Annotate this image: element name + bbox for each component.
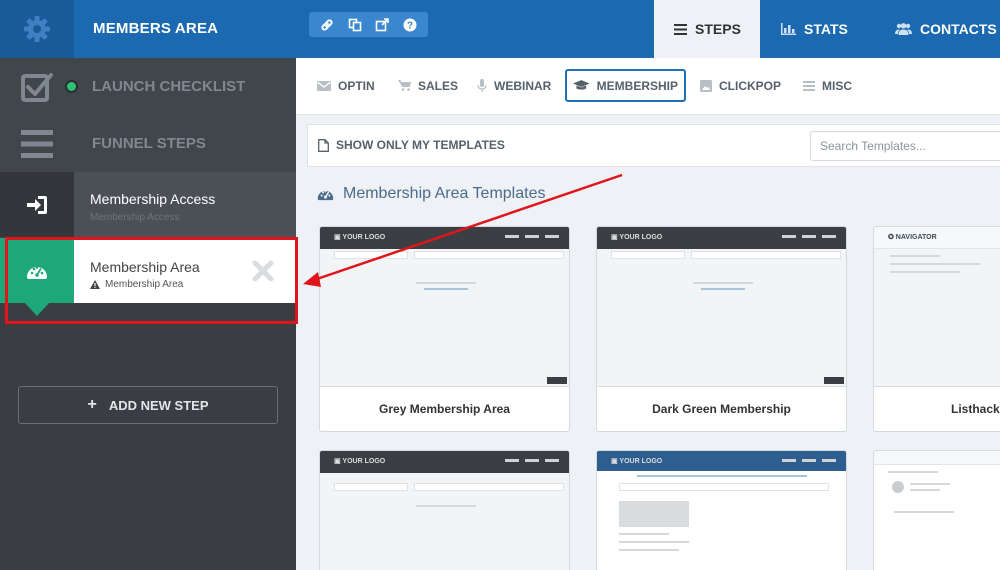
arrow-annotation <box>303 173 623 287</box>
